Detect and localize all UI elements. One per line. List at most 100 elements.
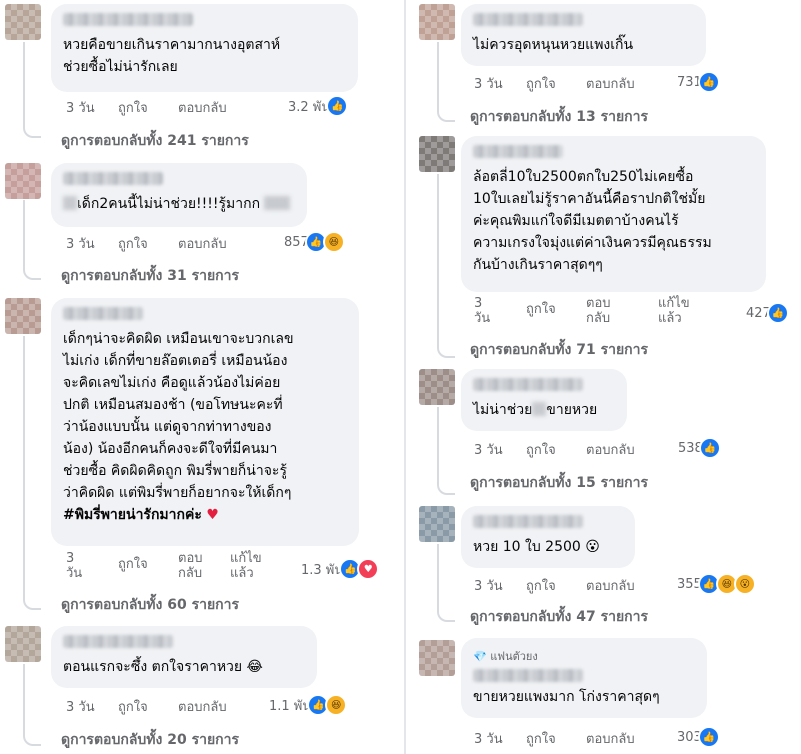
reaction-summary[interactable]: 731 👍 (677, 71, 720, 93)
commenter-name-blurred[interactable] (473, 13, 583, 26)
view-replies-link[interactable]: ดูการตอบกลับทั้ง 13 รายการ (470, 106, 648, 128)
view-replies-link[interactable]: ดูการตอบกลับทั้ง 60 รายการ (61, 594, 239, 616)
view-replies-link[interactable]: ดูการตอบกลับทั้ง 71 รายการ (470, 339, 648, 361)
comment-time[interactable]: 3 วัน (474, 73, 503, 94)
commenter-name-blurred[interactable] (63, 172, 163, 185)
like-reaction-icon: 👍 (697, 71, 720, 93)
thread-line (437, 544, 439, 606)
avatar[interactable] (419, 640, 455, 676)
thread-hook (437, 342, 455, 358)
view-replies-link[interactable]: ดูการตอบกลับทั้ง 20 รายการ (61, 729, 239, 751)
reaction-summary[interactable]: 355 👍 😆 😮 (677, 573, 756, 595)
thread-hook (23, 594, 41, 610)
heart-icon: ♥ (206, 507, 219, 523)
avatar[interactable] (419, 4, 455, 40)
like-link[interactable]: ถูกใจ (118, 233, 148, 254)
comment-time[interactable]: 3 วัน (66, 233, 95, 254)
top-fan-badge: 💎 แฟนตัวยง (473, 650, 538, 663)
avatar[interactable] (419, 506, 455, 542)
like-link[interactable]: ถูกใจ (526, 298, 556, 319)
comment-text: ล้อตลี่10ใบ2500ตกใบ250ไม่เคยซื้อ 10ใบเลย… (473, 169, 712, 273)
comment-bubble: หวยคือขายเกินราคามากนางอุตสาห์ ช่วยซื้อไ… (51, 4, 358, 92)
reaction-summary[interactable]: 427 👍 (746, 302, 789, 324)
commenter-name-blurred[interactable] (473, 669, 583, 682)
thread-line (23, 200, 25, 264)
view-replies-link[interactable]: ดูการตอบกลับทั้ง 31 รายการ (61, 265, 239, 287)
comment-time[interactable]: 3 วัน (474, 439, 503, 460)
comment-text: เด็กๆน่าจะคิดผิด เหมือนเขาจะบวกเลข ไม่เก… (63, 331, 294, 501)
thread-line (23, 336, 25, 594)
commenter-name-blurred[interactable] (473, 378, 583, 391)
reaction-summary[interactable]: 303 👍 (677, 726, 720, 748)
reaction-summary[interactable]: 1.1 พัน 👍 😆 (269, 694, 348, 716)
comment-bubble: ไม่น่าช่วย ขายหวย (461, 369, 627, 431)
like-link[interactable]: ถูกใจ (526, 575, 556, 596)
comment-bubble: เด็กๆน่าจะคิดผิด เหมือนเขาจะบวกเลข ไม่เก… (51, 298, 359, 546)
comment-bubble: 💎 แฟนตัวยง ขายหวยแพงมาก โก่งราคาสุดๆ (461, 638, 707, 718)
like-link[interactable]: ถูกใจ (118, 553, 148, 574)
commenter-name-blurred[interactable] (473, 145, 563, 158)
like-link[interactable]: ถูกใจ (118, 696, 148, 717)
avatar[interactable] (5, 4, 41, 40)
comment-time[interactable]: 3 วัน (474, 728, 503, 749)
reply-link[interactable]: ตอบกลับ (586, 439, 635, 460)
avatar[interactable] (419, 369, 455, 405)
edited-label: แก้ไข แล้ว (230, 551, 262, 581)
comment-time[interactable]: 3 วัน (474, 575, 503, 596)
reaction-summary[interactable]: 1.3 พัน 👍 ♥ (301, 558, 380, 580)
reply-link[interactable]: ตอบกลับ (178, 696, 227, 717)
edited-label: แก้ไข แล้ว (658, 296, 690, 326)
reply-link[interactable]: ตอบกลับ (586, 728, 635, 749)
view-replies-link[interactable]: ดูการตอบกลับทั้ง 15 รายการ (470, 472, 648, 494)
like-reaction-icon: 👍 (697, 726, 720, 748)
reaction-summary[interactable]: 3.2 พัน 👍 (288, 95, 349, 117)
like-link[interactable]: ถูกใจ (526, 439, 556, 460)
avatar[interactable] (5, 298, 41, 334)
comment-text: ไม่น่าช่วย ขายหวย (473, 402, 598, 418)
thread-line (23, 42, 25, 122)
reply-link[interactable]: ตอบกลับ (586, 73, 635, 94)
reaction-count: 3.2 พัน (288, 99, 331, 115)
comment-hashtag-line: #พิมรี่พายน่ารักมากค่ะ ♥ (63, 504, 347, 526)
blurred-text (532, 402, 547, 416)
commenter-name-blurred[interactable] (63, 635, 173, 648)
like-reaction-icon: 👍 (698, 437, 721, 459)
comment-text: หวยคือขายเกินราคามากนางอุตสาห์ ช่วยซื้อไ… (63, 37, 281, 75)
reaction-summary[interactable]: 857 👍 😆 (284, 231, 345, 253)
comment-text: หวย 10 ใบ 2500 😮 (473, 539, 600, 555)
avatar[interactable] (419, 136, 455, 172)
thread-hook (23, 122, 41, 138)
avatar[interactable] (5, 626, 41, 662)
thread-line (437, 407, 439, 479)
comment-time[interactable]: 3 วัน (66, 696, 95, 717)
comment-bubble: ไม่ควรอุดหนุนหวยแพงเกิ๊น (461, 4, 706, 66)
reaction-count: 1.3 พัน (301, 562, 344, 578)
commenter-name-blurred[interactable] (63, 307, 143, 320)
comment-bubble: ล้อตลี่10ใบ2500ตกใบ250ไม่เคยซื้อ 10ใบเลย… (461, 136, 766, 292)
like-link[interactable]: ถูกใจ (526, 73, 556, 94)
reply-link[interactable]: ตอบกลับ (586, 575, 635, 596)
hashtag-link[interactable]: #พิมรี่พายน่ารักมากค่ะ (63, 507, 202, 523)
like-link[interactable]: ถูกใจ (118, 97, 148, 118)
reply-link[interactable]: ตอบกลับ (586, 297, 616, 325)
commenter-name-blurred[interactable] (63, 13, 193, 26)
love-reaction-icon: ♥ (357, 558, 380, 580)
reply-link[interactable]: ตอบกลับ (178, 233, 227, 254)
comment-time[interactable]: 3 วัน (66, 552, 96, 580)
like-reaction-icon: 👍 (326, 95, 349, 117)
diamond-icon: 💎 (473, 650, 487, 663)
blurred-text (63, 196, 77, 210)
wow-reaction-icon: 😮 (733, 573, 756, 595)
reply-link[interactable]: ตอบกลับ (178, 97, 227, 118)
like-link[interactable]: ถูกใจ (526, 728, 556, 749)
blurred-text (264, 196, 291, 210)
comment-text: ขายหวยแพงมาก โก่งราคาสุดๆ (473, 689, 660, 705)
comment-time[interactable]: 3 วัน (66, 97, 95, 118)
comment-time[interactable]: 3 วัน (474, 297, 504, 325)
commenter-name-blurred[interactable] (473, 515, 583, 528)
view-replies-link[interactable]: ดูการตอบกลับทั้ง 47 รายการ (470, 606, 648, 628)
reply-link[interactable]: ตอบกลับ (178, 552, 208, 580)
reaction-summary[interactable]: 538 👍 (678, 437, 721, 459)
view-replies-link[interactable]: ดูการตอบกลับทั้ง 241 รายการ (61, 130, 249, 152)
avatar[interactable] (5, 163, 41, 199)
